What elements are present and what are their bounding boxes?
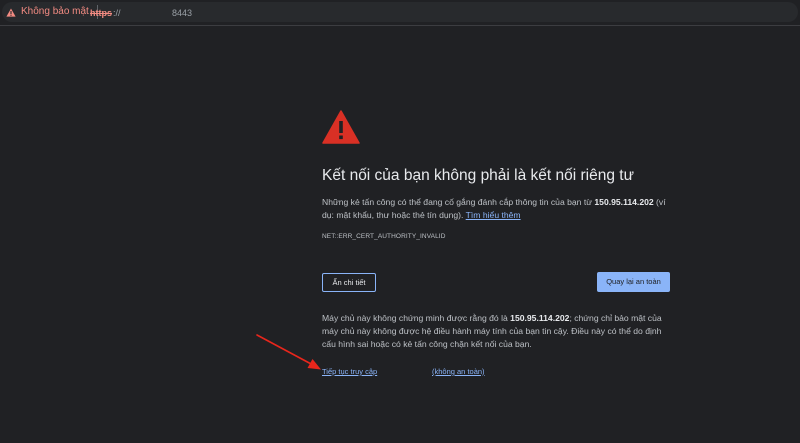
details-ip: 150.95.114.202 (510, 313, 570, 323)
error-exclamation-icon (322, 110, 360, 144)
omnibox[interactable]: Không bảo mật https :// 8443 (2, 2, 798, 22)
unsafe-note[interactable]: (không an toàn) (432, 367, 485, 377)
learn-more-link[interactable]: Tìm hiểu thêm (466, 210, 521, 220)
security-label: Không bảo mật (21, 6, 89, 17)
explanation-text: Những kẻ tấn công có thể đang cố gắng đá… (322, 196, 674, 222)
error-code: NET::ERR_CERT_AUTHORITY_INVALID (322, 233, 446, 240)
warning-triangle-icon (6, 8, 16, 17)
url-port: 8443 (172, 8, 193, 18)
details-text: Máy chủ này không chứng minh được rằng đ… (322, 312, 672, 351)
annotation-arrow-icon (256, 334, 321, 370)
address-bar: Không bảo mật https :// 8443 (0, 0, 800, 26)
security-chip[interactable]: Không bảo mật (6, 5, 98, 19)
url-separator: :// (113, 8, 121, 18)
details-prefix: Máy chủ này không chứng minh được rằng đ… (322, 313, 511, 323)
page: Không bảo mật https :// 8443 Kết nối của… (0, 0, 800, 443)
back-to-safety-button[interactable]: Quay lại an toàn (597, 272, 670, 292)
host-ip: 150.95.114.202 (594, 197, 654, 207)
page-title: Kết nối của bạn không phải là kết nối ri… (322, 167, 634, 184)
proceed-link[interactable]: Tiếp tục truy cập (322, 367, 377, 377)
explanation-prefix: Những kẻ tấn công có thể đang cố gắng đá… (322, 197, 595, 207)
url-scheme: https (90, 8, 112, 18)
hide-details-button[interactable]: Ẩn chi tiết (322, 273, 376, 292)
